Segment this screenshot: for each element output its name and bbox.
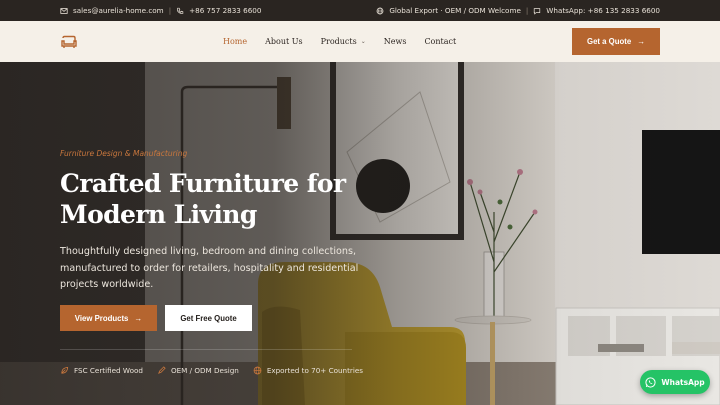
feature-item: Exported to 70+ Countries bbox=[253, 366, 363, 375]
feature-item: OEM / ODM Design bbox=[157, 366, 239, 375]
phone-icon bbox=[177, 7, 184, 14]
armchair-logo-icon[interactable] bbox=[60, 35, 78, 49]
top-bar: sales@aurelia-home.com | +86 757 2833 66… bbox=[0, 0, 720, 21]
hero-description: Thoughtfully designed living, bedroom an… bbox=[60, 246, 359, 290]
whatsapp-number[interactable]: WhatsApp: +86 135 2833 6600 bbox=[546, 6, 660, 15]
whatsapp-icon bbox=[645, 376, 656, 388]
main-nav: Home About Us Products ⌄ News Contact bbox=[223, 21, 474, 62]
export-group: Global Export · OEM / ODM Welcome | What… bbox=[376, 6, 660, 15]
feature-label: Exported to 70+ Countries bbox=[266, 366, 364, 375]
hero-title-line2: Modern Living bbox=[60, 200, 257, 229]
contact-group: sales@aurelia-home.com | +86 757 2833 66… bbox=[60, 6, 261, 15]
whatsapp-label: WhatsApp bbox=[661, 377, 705, 387]
nav-news[interactable]: News bbox=[384, 37, 407, 46]
mail-icon bbox=[60, 7, 68, 14]
pen-icon bbox=[158, 366, 166, 374]
arrow-right-icon: → bbox=[637, 37, 645, 46]
separator: | bbox=[168, 6, 172, 15]
hero-section: Furniture Design & Manufacturing Crafted… bbox=[0, 62, 720, 405]
export-welcome: Global Export · OEM / ODM Welcome bbox=[389, 6, 521, 15]
globe-icon bbox=[376, 7, 384, 14]
nav-home[interactable]: Home bbox=[223, 37, 247, 46]
get-free-quote-button[interactable]: Get Free Quote bbox=[165, 305, 252, 331]
site-header: Home About Us Products ⌄ News Contact Get… bbox=[0, 21, 720, 62]
arrow-right-icon: → bbox=[134, 313, 143, 323]
leaf-icon bbox=[61, 366, 69, 374]
feature-label: FSC Certified Wood bbox=[74, 366, 143, 375]
get-free-quote-label: Get Free Quote bbox=[180, 313, 237, 323]
chevron-down-icon: ⌄ bbox=[360, 38, 366, 45]
chat-icon bbox=[534, 7, 541, 15]
separator: | bbox=[525, 6, 529, 15]
contact-phone[interactable]: +86 757 2833 6600 bbox=[189, 6, 261, 15]
get-quote-label: Get a Quote bbox=[587, 37, 632, 46]
feature-list: FSC Certified Wood OEM / ODM Design Expo… bbox=[60, 366, 363, 375]
hero-title: Crafted Furniture for Modern Living bbox=[60, 168, 380, 230]
whatsapp-chat-button[interactable]: WhatsApp bbox=[640, 370, 710, 394]
hero-overlay bbox=[0, 62, 720, 405]
nav-products[interactable]: Products ⌄ bbox=[321, 37, 366, 46]
feature-item: FSC Certified Wood bbox=[60, 366, 143, 375]
nav-about-us[interactable]: About Us bbox=[265, 37, 302, 46]
get-quote-button[interactable]: Get a Quote → bbox=[572, 28, 660, 55]
view-products-button[interactable]: View Products → bbox=[60, 305, 157, 331]
hero-title-line1: Crafted Furniture for bbox=[60, 169, 346, 198]
contact-email[interactable]: sales@aurelia-home.com bbox=[73, 6, 164, 15]
hero-eyebrow: Furniture Design & Manufacturing bbox=[60, 149, 188, 158]
feature-label: OEM / ODM Design bbox=[170, 366, 239, 375]
view-products-label: View Products bbox=[74, 313, 129, 323]
nav-contact[interactable]: Contact bbox=[424, 37, 456, 46]
nav-products-label: Products bbox=[320, 37, 357, 46]
globe-icon bbox=[253, 366, 262, 375]
hero-divider bbox=[60, 349, 352, 350]
